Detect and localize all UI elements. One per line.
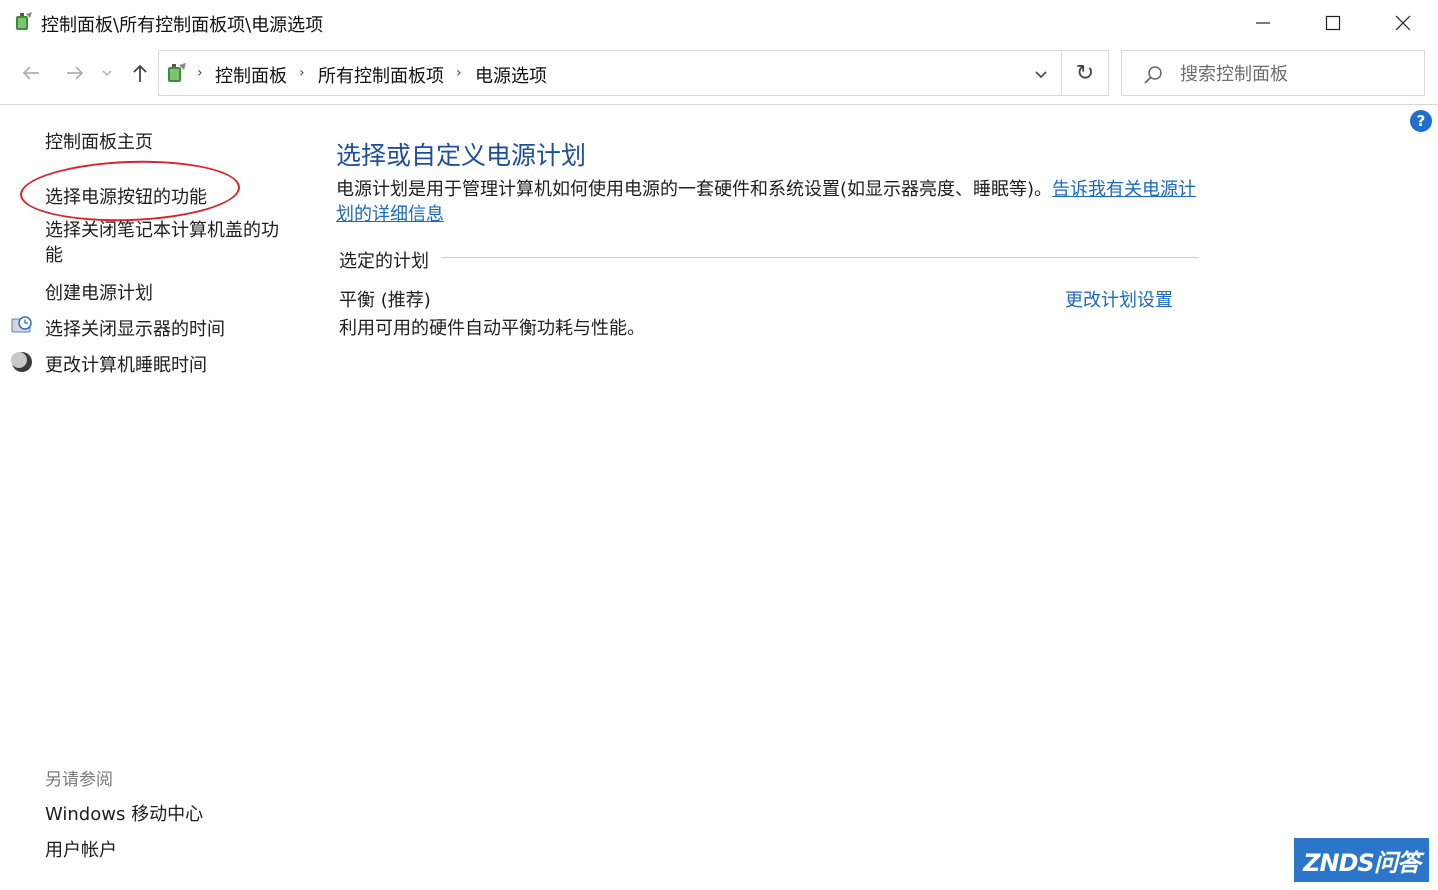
section-divider — [441, 257, 1199, 258]
minimize-icon — [1256, 22, 1270, 24]
sidebar-item-control-panel-home[interactable]: 控制面板主页 — [45, 128, 153, 154]
breadcrumb-control-panel[interactable]: 控制面板 — [215, 62, 287, 88]
selected-plan-heading: 选定的计划 — [339, 251, 429, 272]
plan-description: 利用可用的硬件自动平衡功耗与性能。 — [339, 318, 645, 339]
description-text: 电源计划是用于管理计算机如何使用电源的一套硬件和系统设置(如显示器亮度、睡眠等)… — [336, 179, 1053, 200]
forward-button[interactable] — [62, 60, 88, 86]
change-plan-settings-link[interactable]: 更改计划设置 — [1065, 286, 1173, 312]
arrow-up-icon — [133, 64, 147, 82]
help-icon: ? — [1416, 112, 1426, 130]
sidebar-item-lid-close-function[interactable]: 选择关闭笔记本计算机盖的功能 — [45, 218, 290, 268]
see-also-user-accounts[interactable]: 用户帐户 — [45, 836, 117, 862]
sidebar-item-create-power-plan[interactable]: 创建电源计划 — [45, 279, 153, 305]
highlight-ellipse — [19, 157, 241, 225]
chevron-down-icon — [1035, 71, 1047, 79]
search-box[interactable] — [1121, 50, 1425, 96]
page-title: 选择或自定义电源计划 — [336, 141, 587, 170]
refresh-button[interactable]: ↻ — [1062, 50, 1109, 96]
address-bar[interactable]: › 控制面板 › 所有控制面板项 › 电源选项 — [158, 50, 1062, 96]
sidebar-item-display-off-time[interactable]: 选择关闭显示器的时间 — [45, 315, 225, 341]
monitor-clock-icon — [11, 316, 32, 333]
breadcrumb-power-options[interactable]: 电源选项 — [475, 62, 547, 88]
maximize-icon — [1325, 15, 1341, 31]
see-also-heading: 另请参阅 — [45, 770, 113, 790]
breadcrumb-separator-icon: › — [456, 65, 462, 81]
up-button[interactable] — [127, 60, 153, 86]
arrow-left-icon — [22, 66, 39, 80]
help-button[interactable]: ? — [1410, 110, 1432, 132]
minimize-button[interactable] — [1228, 0, 1298, 46]
toolbar-divider — [0, 104, 1438, 105]
arrow-right-icon — [67, 66, 84, 80]
breadcrumb-all-items[interactable]: 所有控制面板项 — [318, 62, 444, 88]
close-button[interactable] — [1368, 0, 1438, 46]
breadcrumb-separator-icon: › — [197, 65, 203, 81]
maximize-button[interactable] — [1298, 0, 1368, 46]
chevron-down-icon — [102, 70, 112, 77]
breadcrumb-separator-icon: › — [299, 65, 305, 81]
sidebar-item-sleep-time[interactable]: 更改计算机睡眠时间 — [45, 351, 207, 377]
back-button[interactable] — [18, 60, 44, 86]
see-also-mobility-center[interactable]: Windows 移动中心 — [45, 800, 203, 826]
refresh-icon: ↻ — [1075, 60, 1095, 86]
page-description: 电源计划是用于管理计算机如何使用电源的一套硬件和系统设置(如显示器亮度、睡眠等)… — [336, 177, 1206, 227]
close-icon — [1395, 15, 1411, 31]
title-bar: 控制面板\所有控制面板项\电源选项 — [0, 0, 1438, 46]
search-input[interactable] — [1180, 60, 1410, 88]
plan-name: 平衡 (推荐) — [339, 290, 431, 311]
power-options-icon — [16, 12, 32, 30]
control-panel-icon — [168, 63, 186, 82]
window-title: 控制面板\所有控制面板项\电源选项 — [41, 15, 324, 36]
address-dropdown-button[interactable] — [1031, 64, 1051, 84]
recent-locations-button[interactable] — [98, 60, 116, 86]
moon-icon — [11, 352, 32, 372]
search-icon — [1144, 66, 1162, 84]
watermark-logo: ZNDS问答 — [1294, 838, 1429, 882]
